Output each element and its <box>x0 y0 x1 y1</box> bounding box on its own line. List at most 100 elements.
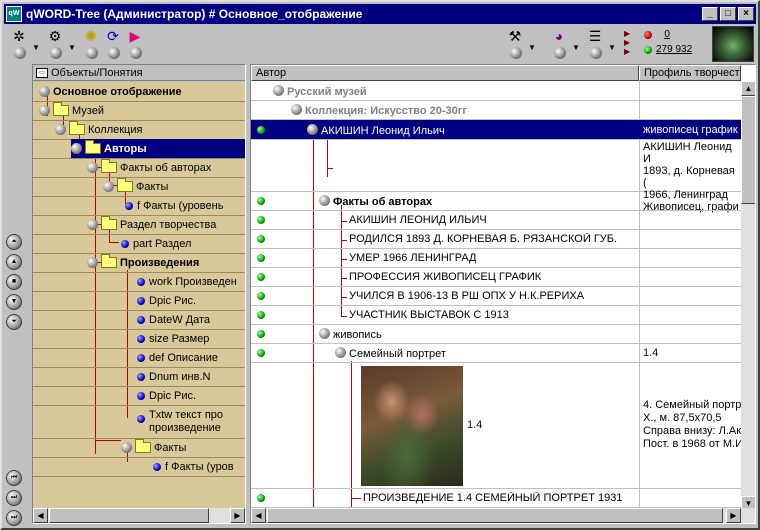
grid-row-collection[interactable]: Коллекция: Искусство 20-30гг <box>251 101 741 120</box>
scroll-left-icon[interactable]: ◀ <box>33 508 48 523</box>
refresh-tool-button[interactable]: ⟳ <box>102 27 124 61</box>
grid-row-fact[interactable]: АКИШИН ЛЕОНИД ИЛЬИЧ <box>251 211 741 230</box>
list-button[interactable]: ☰ <box>584 27 606 61</box>
scroll-down-icon[interactable]: ▼ <box>6 294 22 310</box>
skip-end-icon[interactable]: ⏭ <box>6 510 22 526</box>
column-header-profile[interactable]: Профиль творчеств <box>639 65 741 81</box>
scroll-right-icon[interactable]: ▶ <box>230 508 245 523</box>
grid-row-facts-header[interactable]: Факты об авторах <box>251 192 741 211</box>
skip-forward-icon[interactable]: ⏭ <box>6 490 22 506</box>
tree-node-art-section[interactable]: Раздел творчества <box>87 215 216 234</box>
nav-arrows-icon[interactable]: ▶ ▶ ▶ <box>624 29 630 56</box>
node-knob-icon <box>39 86 50 97</box>
grid-row-work-title[interactable]: ПРОИЗВЕДЕНИЕ 1.4 СЕМЕЙНЫЙ ПОРТРЕТ 1931 <box>251 489 741 508</box>
red-counter: 0 <box>664 29 670 40</box>
tree-node-museum[interactable]: Музей <box>39 101 104 120</box>
scroll-thumb[interactable] <box>741 96 755 204</box>
grid-row-section[interactable]: живопись <box>251 325 741 344</box>
grid-row-author[interactable]: АКИШИН Леонид Ильич живописец график <box>251 120 741 140</box>
scroll-thumb[interactable] <box>267 508 723 523</box>
tree-node-dpic-2[interactable]: Dpic Рис. <box>137 386 196 405</box>
chart-button[interactable]: ◕ <box>548 27 570 61</box>
minimize-button[interactable]: _ <box>702 7 718 21</box>
gear-tool-button[interactable]: ⚙ <box>44 27 66 61</box>
grid-row-bio[interactable]: АКИШИН Леонид И 1893, д. Корневая (1966, … <box>251 140 741 213</box>
refresh-icon: ⟳ <box>107 28 119 44</box>
play-tool-button[interactable]: ▶ <box>124 27 146 61</box>
tools-button[interactable]: ⚒ <box>504 27 526 61</box>
node-knob-icon <box>39 105 50 116</box>
tree-node-facts-level-2[interactable]: f Факты (уров <box>153 457 234 476</box>
painting-image[interactable] <box>361 366 463 486</box>
scroll-right-icon[interactable]: ▶ <box>726 508 741 523</box>
sun-icon: ✺ <box>85 28 97 44</box>
node-knob-icon <box>319 328 330 339</box>
folder-icon <box>101 254 117 268</box>
grid-row-fact[interactable]: УМЕР 1966 ЛЕНИНГРАД <box>251 249 741 268</box>
network-dropdown-arrow[interactable]: ▼ <box>32 43 40 52</box>
attribute-icon <box>137 391 145 400</box>
tree-horizontal-scrollbar[interactable]: ◀ ▶ <box>33 508 245 523</box>
column-header-author[interactable]: Автор <box>251 65 639 81</box>
row-status-icon <box>257 330 265 338</box>
tree-node-facts-level[interactable]: f Факты (уровень <box>125 196 223 215</box>
close-button[interactable]: × <box>738 7 754 21</box>
tree-node-facts-2[interactable]: Факты <box>121 438 186 457</box>
tree-node-main-view[interactable]: Основное отображение <box>39 82 182 101</box>
grid-row-fact[interactable]: УЧАСТНИК ВЫСТАВОК С 1913 <box>251 306 741 325</box>
tree-node-author-facts[interactable]: Факты об авторах <box>87 158 211 177</box>
tree-node-work[interactable]: work Произведен <box>137 272 237 291</box>
scroll-bottom-icon[interactable]: ⏷ <box>6 314 22 330</box>
scroll-up-icon[interactable]: ▲ <box>741 81 755 96</box>
gear-dropdown-arrow[interactable]: ▼ <box>68 43 76 52</box>
grid-vertical-scrollbar[interactable]: ▲ ▼ <box>741 81 755 511</box>
tree-node-dpic[interactable]: Dpic Рис. <box>137 291 196 310</box>
tree-node-def[interactable]: def Описание <box>137 348 218 367</box>
tree-node-size[interactable]: size Размер <box>137 329 209 348</box>
tools-dropdown-arrow[interactable]: ▼ <box>528 43 536 52</box>
grid-row-work[interactable]: Семейный портрет 1.4 <box>251 344 741 363</box>
tree-node-collection[interactable]: Коллекция <box>55 120 142 139</box>
folder-icon <box>101 216 117 230</box>
sun-tool-button[interactable]: ✺ <box>80 27 102 61</box>
attribute-icon <box>137 277 145 286</box>
node-knob-icon <box>87 257 98 268</box>
skip-back-icon[interactable]: ⏮ <box>6 470 22 486</box>
app-icon: qW <box>6 6 22 22</box>
scroll-left-icon[interactable]: ◀ <box>251 508 266 523</box>
grid-row-picture[interactable]: 1.4 4. Семейный портр Х., м. 87,5х70,5 Спр… <box>251 363 741 489</box>
stop-icon[interactable]: ■ <box>6 274 22 290</box>
row-status-icon <box>257 273 265 281</box>
scroll-up-icon[interactable]: ▲ <box>6 254 22 270</box>
chart-dropdown-arrow[interactable]: ▼ <box>572 43 580 52</box>
network-tool-button[interactable]: ✲ <box>8 27 30 61</box>
tree-node-part-section[interactable]: part Раздел <box>121 234 191 253</box>
grid-row-fact[interactable]: РОДИЛСЯ 1893 Д. КОРНЕВАЯ Б. РЯЗАНСКОЙ ГУ… <box>251 230 741 249</box>
attribute-icon <box>137 353 145 362</box>
tree-header[interactable]: ▭ Объекты/Понятия <box>33 65 245 81</box>
tree-node-txtw[interactable]: Txtw текст про произведение <box>137 405 223 437</box>
tree-node-facts[interactable]: Факты <box>103 177 168 196</box>
tree-node-works[interactable]: Произведения <box>87 253 199 272</box>
row-status-icon <box>257 254 265 262</box>
scroll-top-icon[interactable]: ⏶ <box>6 234 22 250</box>
list-dropdown-arrow[interactable]: ▼ <box>608 43 616 52</box>
attribute-icon <box>137 372 145 381</box>
node-knob-icon <box>335 347 346 358</box>
tree-node-dnum[interactable]: Dnum инв.N <box>137 367 210 386</box>
folder-icon <box>101 159 117 173</box>
tree-node-datew[interactable]: DateW Дата <box>137 310 210 329</box>
scroll-thumb[interactable] <box>49 508 209 523</box>
maximize-button[interactable]: □ <box>720 7 736 21</box>
tree-node-authors[interactable]: Авторы <box>71 139 245 158</box>
grid-row-fact[interactable]: УЧИЛСЯ В 1906-13 В РШ ОПХ У Н.К.РЕРИХА <box>251 287 741 306</box>
grid-horizontal-scrollbar[interactable]: ◀ ▶ <box>251 508 755 523</box>
node-knob-icon <box>307 124 318 135</box>
grid-row-museum[interactable]: Русский музей <box>251 82 741 101</box>
attribute-icon <box>137 334 145 343</box>
node-knob-icon <box>87 219 98 230</box>
title-bar[interactable]: qW qWORD-Tree (Администратор) # Основное… <box>4 4 756 24</box>
grid-row-fact[interactable]: ПРОФЕССИЯ ЖИВОПИСЕЦ ГРАФИК <box>251 268 741 287</box>
node-knob-icon <box>273 85 284 96</box>
node-knob-icon <box>291 104 302 115</box>
